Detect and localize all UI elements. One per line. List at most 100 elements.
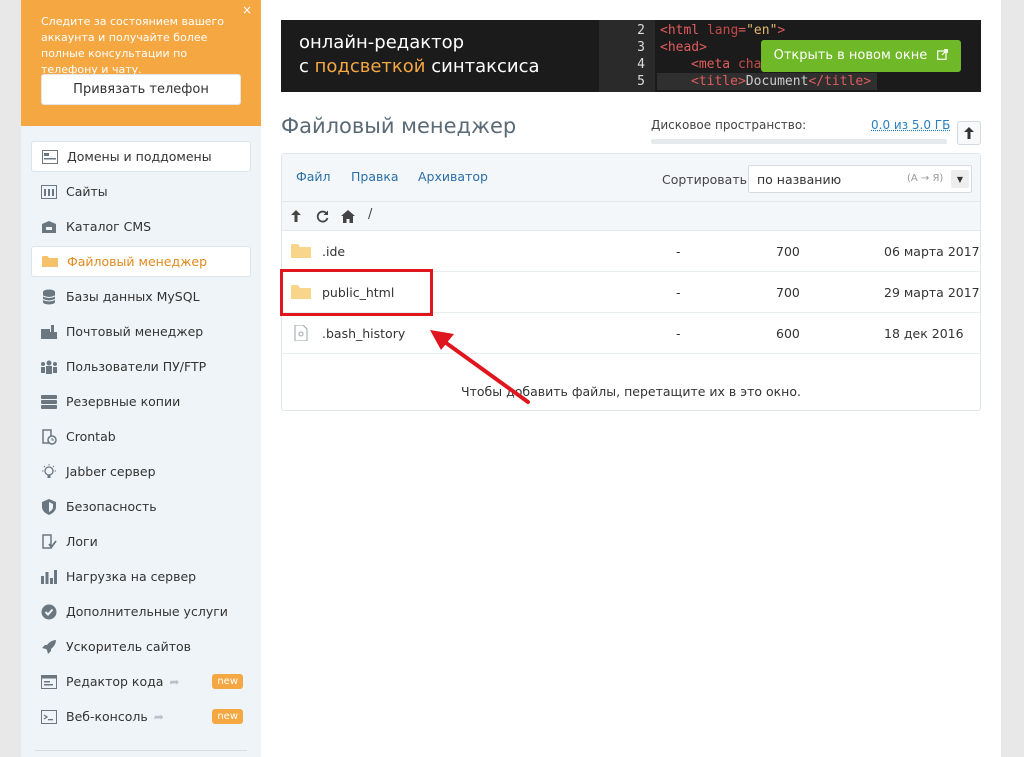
promo-text: Следите за состоянием вашего аккаунта и … [41,15,225,76]
sidebar-item-label: Ускоритель сайтов [66,639,191,654]
shield-icon [40,498,58,515]
backup-icon [40,394,58,410]
close-icon[interactable]: × [242,4,252,16]
sidebar-item-file-manager[interactable]: Файловый менеджер [31,246,251,277]
sidebar-item-mail[interactable]: Почтовый менеджер [31,316,251,347]
cms-icon [40,219,58,235]
file-row[interactable]: .bash_history - 600 18 дек 2016 [282,313,980,354]
code-line: <title>Document</title> [657,73,877,90]
sidebar-item-logs[interactable]: Логи [31,526,251,557]
sidebar-item-label: Логи [66,534,98,549]
logs-icon [40,533,58,550]
code-token: = [738,23,747,38]
upload-button[interactable] [957,121,981,145]
disk-usage-bar [651,139,947,144]
sidebar-item-extra-services[interactable]: Дополнительные услуги [31,596,251,627]
domains-icon [41,149,59,165]
sort-label: Сортировать: [662,172,752,187]
sidebar-item-label: Crontab [66,429,116,444]
file-row[interactable]: public_html - 700 29 марта 2017 [282,272,980,313]
file-name[interactable]: .ide [322,244,345,259]
divider [35,750,247,751]
sidebar-item-label: Дополнительные услуги [66,604,228,619]
refresh-icon[interactable] [314,208,330,224]
sort-select[interactable]: по названию (А → Я) ▼ [748,165,972,193]
file-size: - [676,326,681,341]
code-token: lang [706,23,739,38]
home-icon[interactable] [340,208,356,224]
file-name[interactable]: .bash_history [322,326,405,341]
sidebar: Следите за состоянием вашего аккаунта и … [21,0,261,757]
sidebar-item-domains[interactable]: Домены и поддомены [31,141,251,172]
sidebar-item-security[interactable]: Безопасность [31,491,251,522]
menu-archiver[interactable]: Архиватор [418,169,488,184]
sidebar-item-code-editor[interactable]: Редактор кода ➦ new [31,666,251,697]
sidebar-item-label: Каталог CMS [66,219,152,234]
file-size: - [676,244,681,259]
sidebar-item-label: Безопасность [66,499,157,514]
file-date: 18 дек 2016 [884,326,964,341]
open-new-window-button[interactable]: Открыть в новом окне [761,40,961,72]
console-icon [40,709,58,725]
users-icon [40,359,58,375]
sidebar-item-jabber[interactable]: Jabber сервер [31,456,251,487]
sidebar-item-crontab[interactable]: Crontab [31,421,251,452]
line-number: 4 [637,57,645,72]
file-permissions: 600 [776,326,800,341]
sidebar-item-users[interactable]: Пользователи ПУ/FTP [31,351,251,382]
page-title: Файловый менеджер [281,114,517,138]
link-phone-button[interactable]: Привязать телефон [41,74,241,105]
line-number: 3 [637,40,645,55]
code-line: <head> [660,39,707,56]
file-date: 29 марта 2017 [884,285,980,300]
new-badge: new [212,709,243,724]
sidebar-item-label: Пользователи ПУ/FTP [66,359,207,374]
sidebar-item-mysql[interactable]: Базы данных MySQL [31,281,251,312]
code-token: <title> [691,74,746,89]
folder-icon [41,254,59,270]
code-token: "en" [746,23,778,38]
external-arrow-icon: ➦ [169,674,180,689]
sidebar-item-backups[interactable]: Резервные копии [31,386,251,417]
code-line: <html lang="en"> [660,22,785,39]
file-permissions: 700 [776,244,800,259]
banner-highlight: подсветкой [314,56,426,77]
folder-icon [291,243,311,259]
folder-icon [291,284,311,300]
sidebar-item-accelerator[interactable]: Ускоритель сайтов [31,631,251,662]
line-number: 5 [637,74,645,89]
sidebar-item-label: Почтовый менеджер [66,324,204,339]
new-badge: new [212,674,243,689]
code-editor-banner: онлайн-редактор с подсветкой синтаксиса … [281,20,981,92]
arrow-up-icon[interactable] [288,208,304,224]
sidebar-item-sites[interactable]: Сайты [31,176,251,207]
external-arrow-icon: ➦ [153,709,164,724]
rocket-icon [40,639,58,655]
menu-file[interactable]: Файл [296,169,331,184]
code-token: cha [737,57,762,72]
sidebar-item-label: Резервные копии [66,394,181,409]
line-number: 2 [637,23,645,38]
sidebar-item-server-load[interactable]: Нагрузка на сервер [31,561,251,592]
file-icon [291,324,311,342]
sidebar-item-web-console[interactable]: Веб-консоль ➦ new [31,701,251,732]
banner-line-2: с подсветкой синтаксиса [299,55,540,79]
sort-value: по названию [757,172,842,187]
file-row[interactable]: .ide - 700 06 марта 2017 [282,231,980,272]
sort-order-hint: (А → Я) [907,173,944,184]
drop-zone-hint: Чтобы добавить файлы, перетащите их в эт… [461,384,801,399]
disk-space-value[interactable]: 0.0 из 5.0 ГБ [871,118,950,132]
chevron-down-icon[interactable]: ▼ [951,170,969,188]
menu-edit[interactable]: Правка [351,169,399,184]
sidebar-item-cms[interactable]: Каталог CMS [31,211,251,242]
code-token: > [777,23,786,38]
code-token: Document [745,74,809,89]
phone-promo-banner: Следите за состоянием вашего аккаунта и … [21,0,261,126]
sidebar-item-label: Редактор кода [66,674,164,689]
file-name[interactable]: public_html [322,285,394,300]
sidebar-item-label: Домены и поддомены [67,149,212,164]
current-path: / [368,207,373,222]
sidebar-menu: Домены и поддомены Сайты Каталог CMS Фай… [31,141,251,736]
banner-headline: онлайн-редактор с подсветкой синтаксиса [299,31,540,79]
disk-space-label: Дисковое пространство: [651,118,807,132]
